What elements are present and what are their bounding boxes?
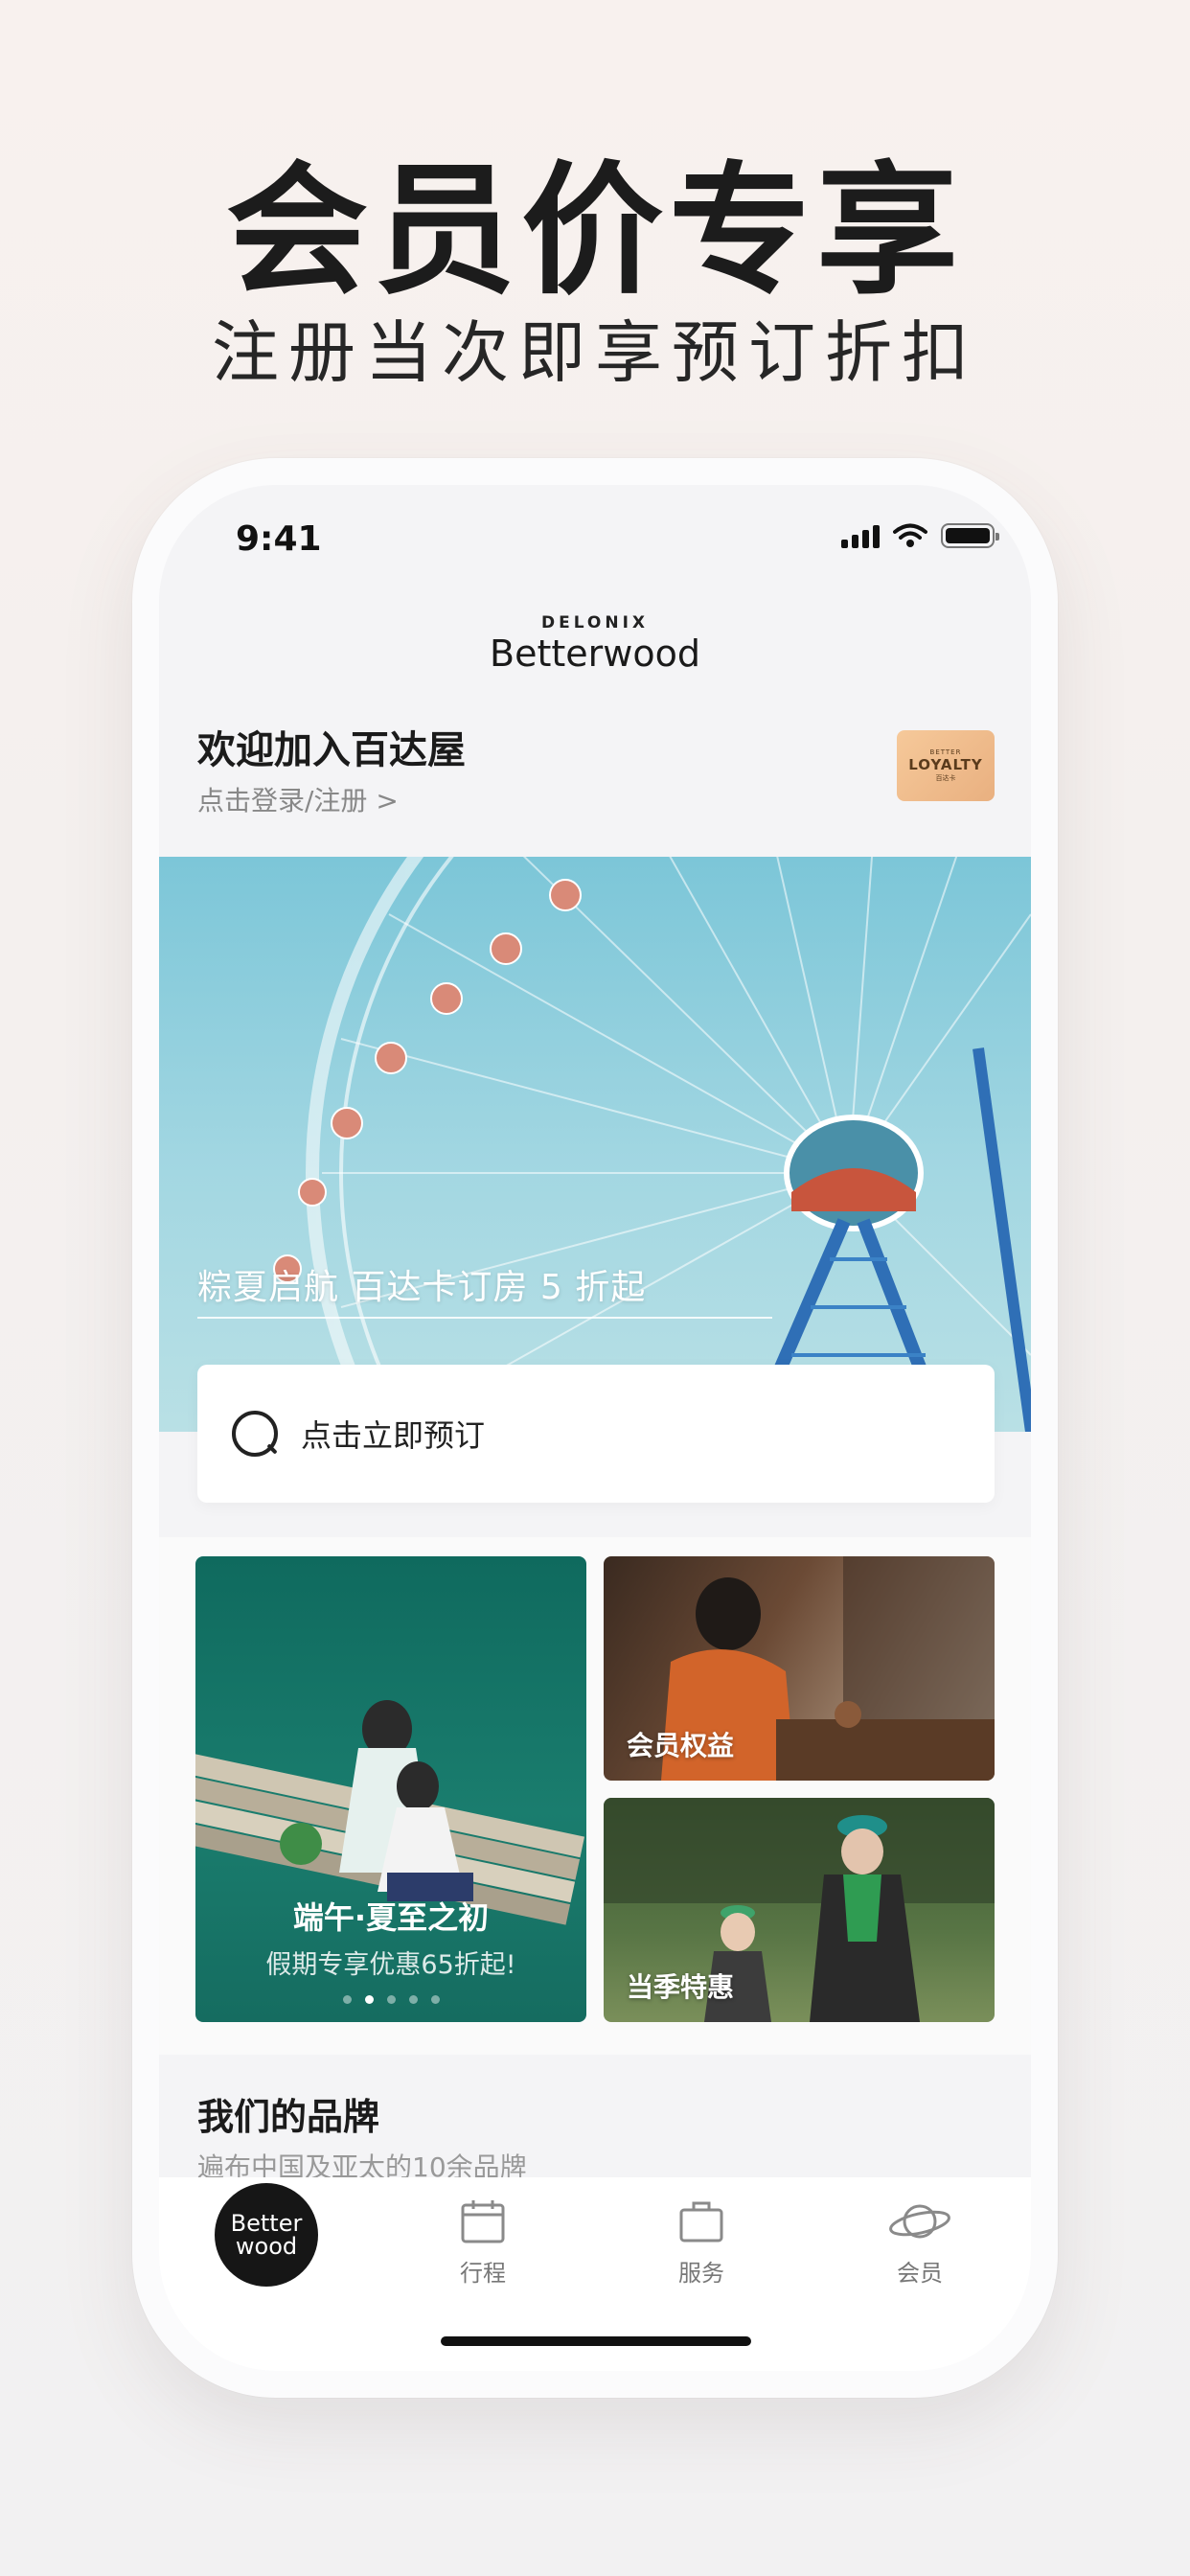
- signal-icon: [841, 523, 880, 548]
- brand-logo: DELONIX Betterwood: [159, 613, 1031, 675]
- seasonal-deals-label: 当季特惠: [627, 1971, 735, 2003]
- promo-banner[interactable]: 粽夏启航 百达卡订房 5 折起: [159, 857, 1031, 1432]
- carousel-dot-active: [364, 1995, 374, 2004]
- briefcase-icon: [679, 2201, 723, 2242]
- carousel-dot: [342, 1995, 352, 2004]
- promo-subtitle: 注册当次即享预订折扣: [212, 313, 978, 392]
- tab-member[interactable]: 会员: [862, 2196, 977, 2288]
- status-icons: [841, 523, 999, 548]
- status-bar: 9:41: [159, 485, 1031, 590]
- carousel-dot: [386, 1995, 396, 2004]
- loyalty-card-line2: LOYALTY: [908, 756, 983, 773]
- home-indicator: [441, 2336, 751, 2346]
- member-benefits-card[interactable]: 会员权益: [604, 1556, 995, 1781]
- tab-member-label: 会员: [897, 2260, 943, 2287]
- banner-caption: 粽夏启航 百达卡订房 5 折起: [197, 1268, 647, 1307]
- seasonal-deals-card[interactable]: 当季特惠: [604, 1798, 995, 2022]
- promo-cards: 端午·夏至之初 假期专享优惠65折起! 会员权益 当季特惠: [159, 1537, 1031, 2055]
- tab-home-line2: wood: [235, 2233, 298, 2260]
- carousel-dots: [195, 1995, 586, 2004]
- loyalty-card-line3: 百达卡: [935, 774, 956, 782]
- featured-card-title: 端午·夏至之初: [292, 1899, 490, 1936]
- battery-icon: [941, 523, 999, 548]
- planet-icon: [889, 2204, 950, 2239]
- brand-logo-main: Betterwood: [490, 632, 700, 675]
- tab-services-label: 服务: [678, 2260, 724, 2287]
- ferris-wheel-image: [273, 857, 1031, 1432]
- welcome-title: 欢迎加入百达屋: [197, 728, 466, 772]
- calendar-icon: [461, 2200, 505, 2243]
- app-screen: 9:41 DELONIX Betterwood 欢迎加入百达屋 点击登录/注册 …: [159, 485, 1031, 2371]
- featured-promo-card[interactable]: 端午·夏至之初 假期专享优惠65折起!: [195, 1556, 586, 2022]
- carousel-dot: [408, 1995, 418, 2004]
- tab-home-line1: Better: [230, 2210, 303, 2237]
- carousel-dot: [430, 1995, 440, 2004]
- loyalty-card-line1: BETTER: [929, 748, 962, 756]
- search-bar[interactable]: 点击立即预订: [197, 1365, 995, 1503]
- tab-services[interactable]: 服务: [644, 2196, 759, 2288]
- search-icon: [230, 1409, 280, 1459]
- promo-title: 会员价专享: [226, 149, 964, 313]
- brand-logo-small: DELONIX: [540, 613, 650, 632]
- search-placeholder: 点击立即预订: [301, 1417, 486, 1454]
- tab-trips[interactable]: 行程: [425, 2196, 540, 2288]
- featured-card-subtitle: 假期专享优惠65折起!: [265, 1950, 516, 1980]
- tab-home[interactable]: Better wood: [215, 2183, 318, 2287]
- member-benefits-label: 会员权益: [627, 1730, 735, 1761]
- login-register-link[interactable]: 点击登录/注册 >: [197, 780, 399, 818]
- status-time: 9:41: [236, 519, 322, 559]
- banner-underline: [197, 1317, 772, 1319]
- wifi-icon: [893, 523, 927, 547]
- tab-trips-label: 行程: [460, 2260, 506, 2287]
- loyalty-card[interactable]: BETTER LOYALTY 百达卡: [897, 730, 995, 801]
- brands-section-title: 我们的品牌: [197, 2096, 380, 2138]
